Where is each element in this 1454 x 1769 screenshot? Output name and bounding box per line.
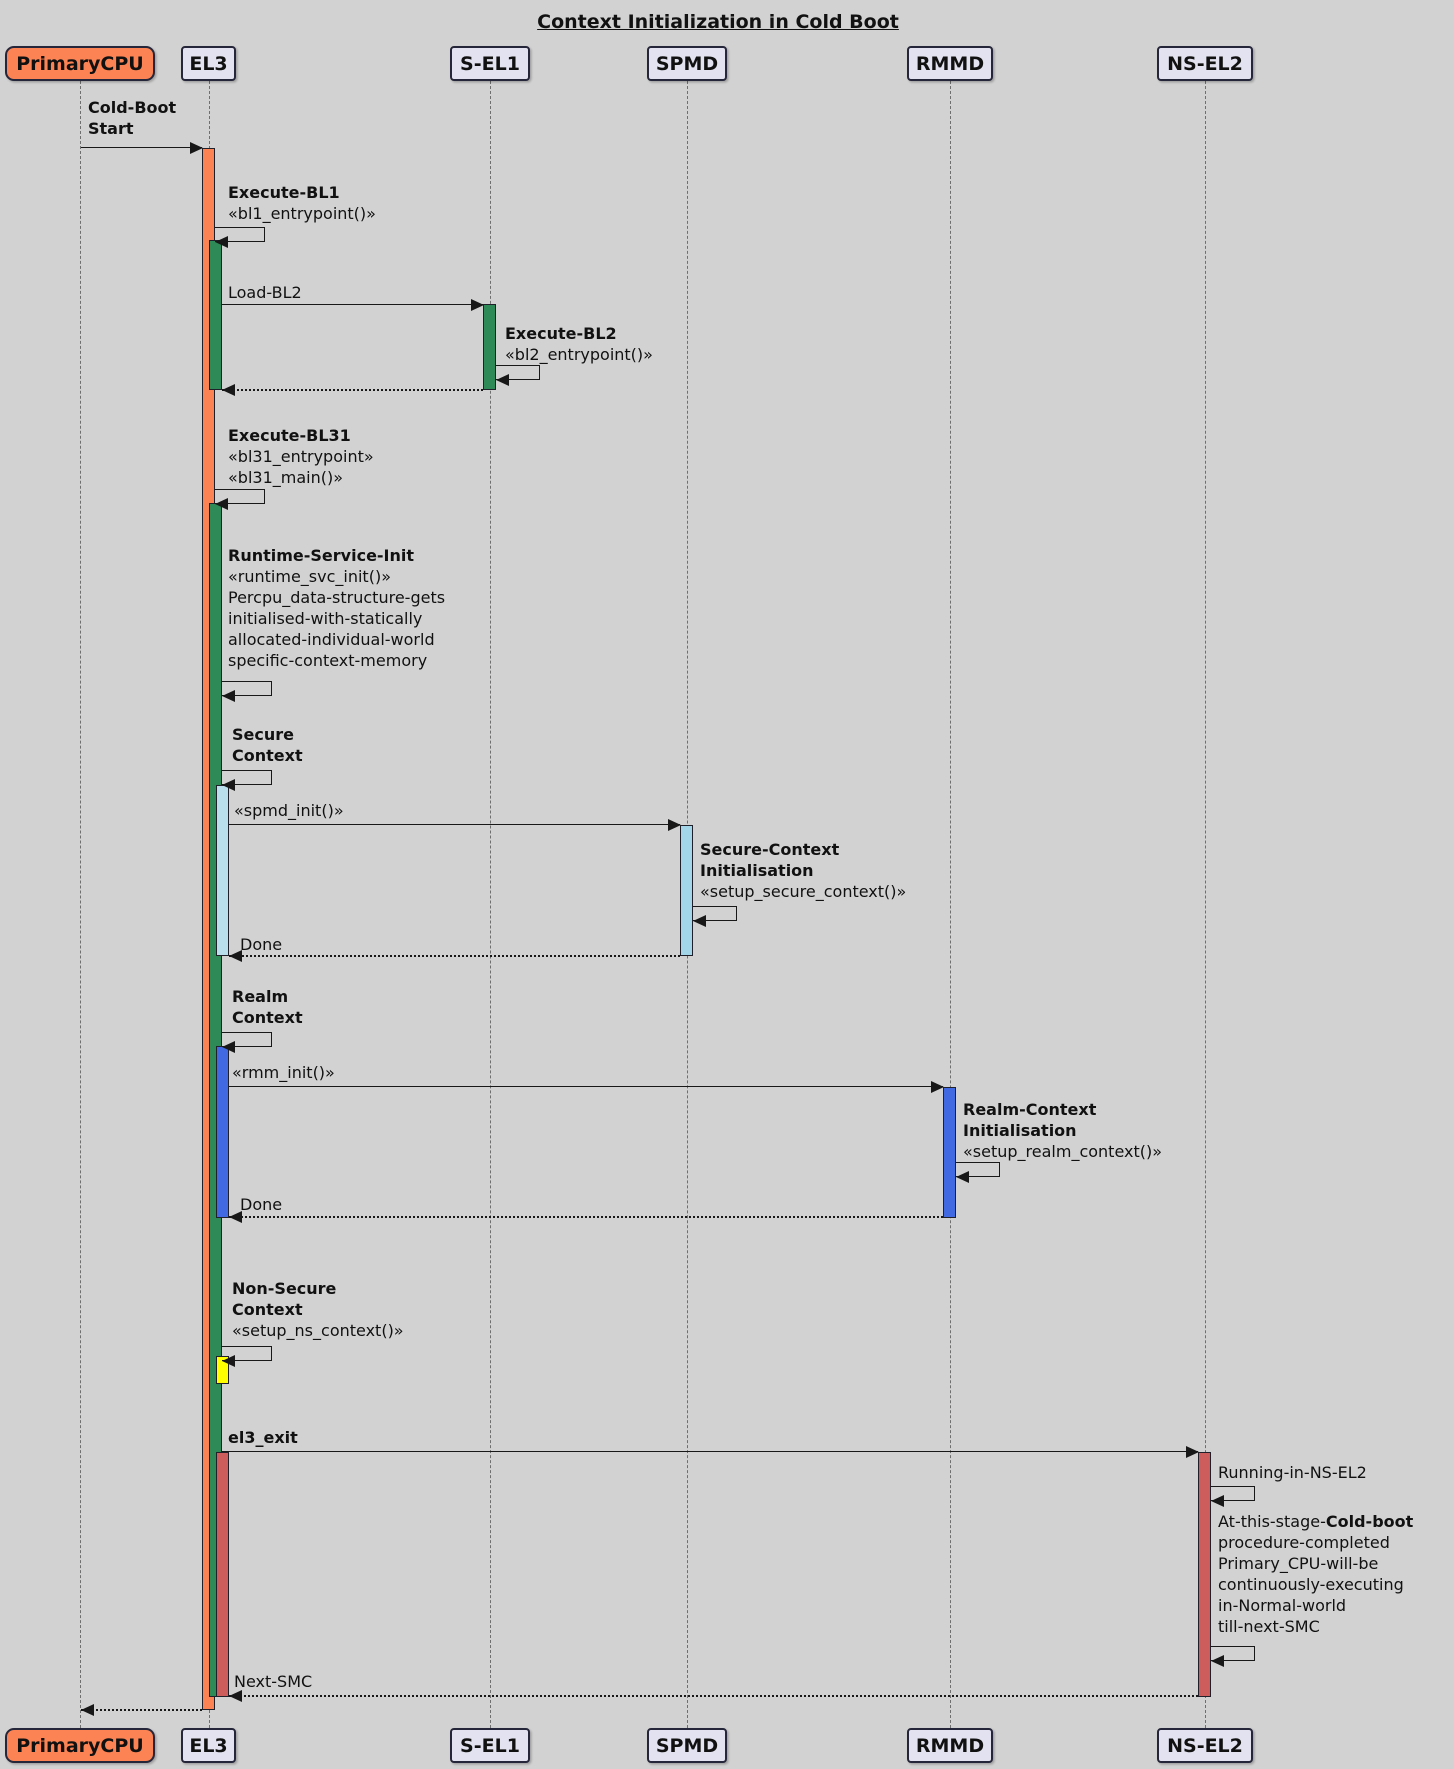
arrowhead-left-icon [693,915,706,927]
arrowhead-left-icon [1211,1495,1224,1507]
arrowhead-left-icon [222,690,235,702]
participant-ns-el2-bottom: NS-EL2 [1157,1728,1253,1763]
label-runtime-service-init: Runtime-Service-Init «runtime_svc_init()… [228,545,445,671]
return-to-primary-cpu [81,1709,202,1711]
arrowhead-left-icon [215,236,228,248]
activation-el3-secure [216,785,229,956]
participant-el3-bottom: EL3 [181,1728,236,1763]
return-bl2-done [222,389,483,391]
activation-el3-bl1 [209,240,222,390]
participant-ns-el2-top: NS-EL2 [1157,46,1253,81]
lifeline-primary-cpu [80,81,81,1728]
participant-primary-cpu-top: PrimaryCPU [5,46,155,81]
activation-rmmd-realm [943,1087,956,1218]
label-execute-bl1: Execute-BL1 «bl1_entrypoint()» [228,182,376,224]
label-execute-bl2: Execute-BL2 «bl2_entrypoint()» [505,323,653,365]
participant-s-el1-bottom: S-EL1 [450,1728,530,1763]
label-realm-context-init: Realm-Context Initialisation «setup_real… [963,1099,1162,1162]
return-secure-done [229,955,680,957]
return-realm-done [229,1216,943,1218]
label-load-bl2: Load-BL2 [228,282,302,303]
participant-rmmd-bottom: RMMD [907,1728,993,1763]
label-secure-context-init: Secure-Context Initialisation «setup_sec… [700,839,906,902]
participant-s-el1-top: S-EL1 [450,46,530,81]
activation-spmd-secure [680,825,693,956]
return-next-smc [229,1695,1198,1697]
activation-s-el1-bl2 [483,304,496,390]
participant-el3-top: EL3 [181,46,236,81]
label-done-realm: Done [240,1194,282,1215]
arrowhead-right-icon [1186,1446,1199,1458]
label-realm-context: Realm Context [232,986,303,1028]
label-secure-context: Secure Context [232,724,303,766]
arrow-load-bl2 [222,304,483,305]
arrowhead-left-icon [222,779,235,791]
label-done-secure: Done [240,934,282,955]
arrowhead-left-icon [81,1704,94,1716]
arrowhead-left-icon [222,1041,235,1053]
label-spmd-init: «spmd_init()» [234,800,344,821]
participant-rmmd-top: RMMD [907,46,993,81]
arrowhead-left-icon [222,384,235,396]
lifeline-rmmd [950,81,951,1728]
arrowhead-left-icon [956,1171,969,1183]
arrowhead-left-icon [215,498,228,510]
activation-el3-exit [216,1452,229,1697]
participant-spmd-bottom: SPMD [647,1728,727,1763]
diagram-title: Context Initialization in Cold Boot [368,11,1068,33]
arrowhead-left-icon [496,374,509,386]
arrowhead-right-icon [931,1081,944,1093]
label-cold-boot-start: Cold-Boot Start [88,97,176,139]
activation-el3-realm [216,1046,229,1218]
arrow-spmd-init [229,824,680,825]
activation-ns-el2 [1198,1452,1211,1697]
label-rmm-init: «rmm_init()» [232,1062,335,1083]
label-running-in-ns-el2: Running-in-NS-EL2 [1218,1462,1367,1483]
label-execute-bl31: Execute-BL31 «bl31_entrypoint» «bl31_mai… [228,425,374,488]
participant-primary-cpu-bottom: PrimaryCPU [5,1728,155,1763]
label-non-secure-context: Non-Secure Context «setup_ns_context()» [232,1278,404,1341]
arrow-el3-exit [222,1451,1198,1452]
sequence-diagram: Context Initialization in Cold Boot Prim… [0,0,1454,1769]
label-next-smc: Next-SMC [234,1671,312,1692]
arrowhead-right-icon [668,819,681,831]
label-cold-boot-complete-note: At-this-stage-Cold-boot procedure-comple… [1218,1511,1413,1637]
arrowhead-right-icon [471,299,484,311]
arrowhead-right-icon [190,142,203,154]
arrow-rmm-init [229,1086,943,1087]
participant-spmd-top: SPMD [647,46,727,81]
label-el3-exit: el3_exit [228,1427,298,1448]
arrow-cold-boot-start [81,147,202,148]
arrowhead-left-icon [1211,1655,1224,1667]
arrowhead-left-icon [222,1355,235,1367]
